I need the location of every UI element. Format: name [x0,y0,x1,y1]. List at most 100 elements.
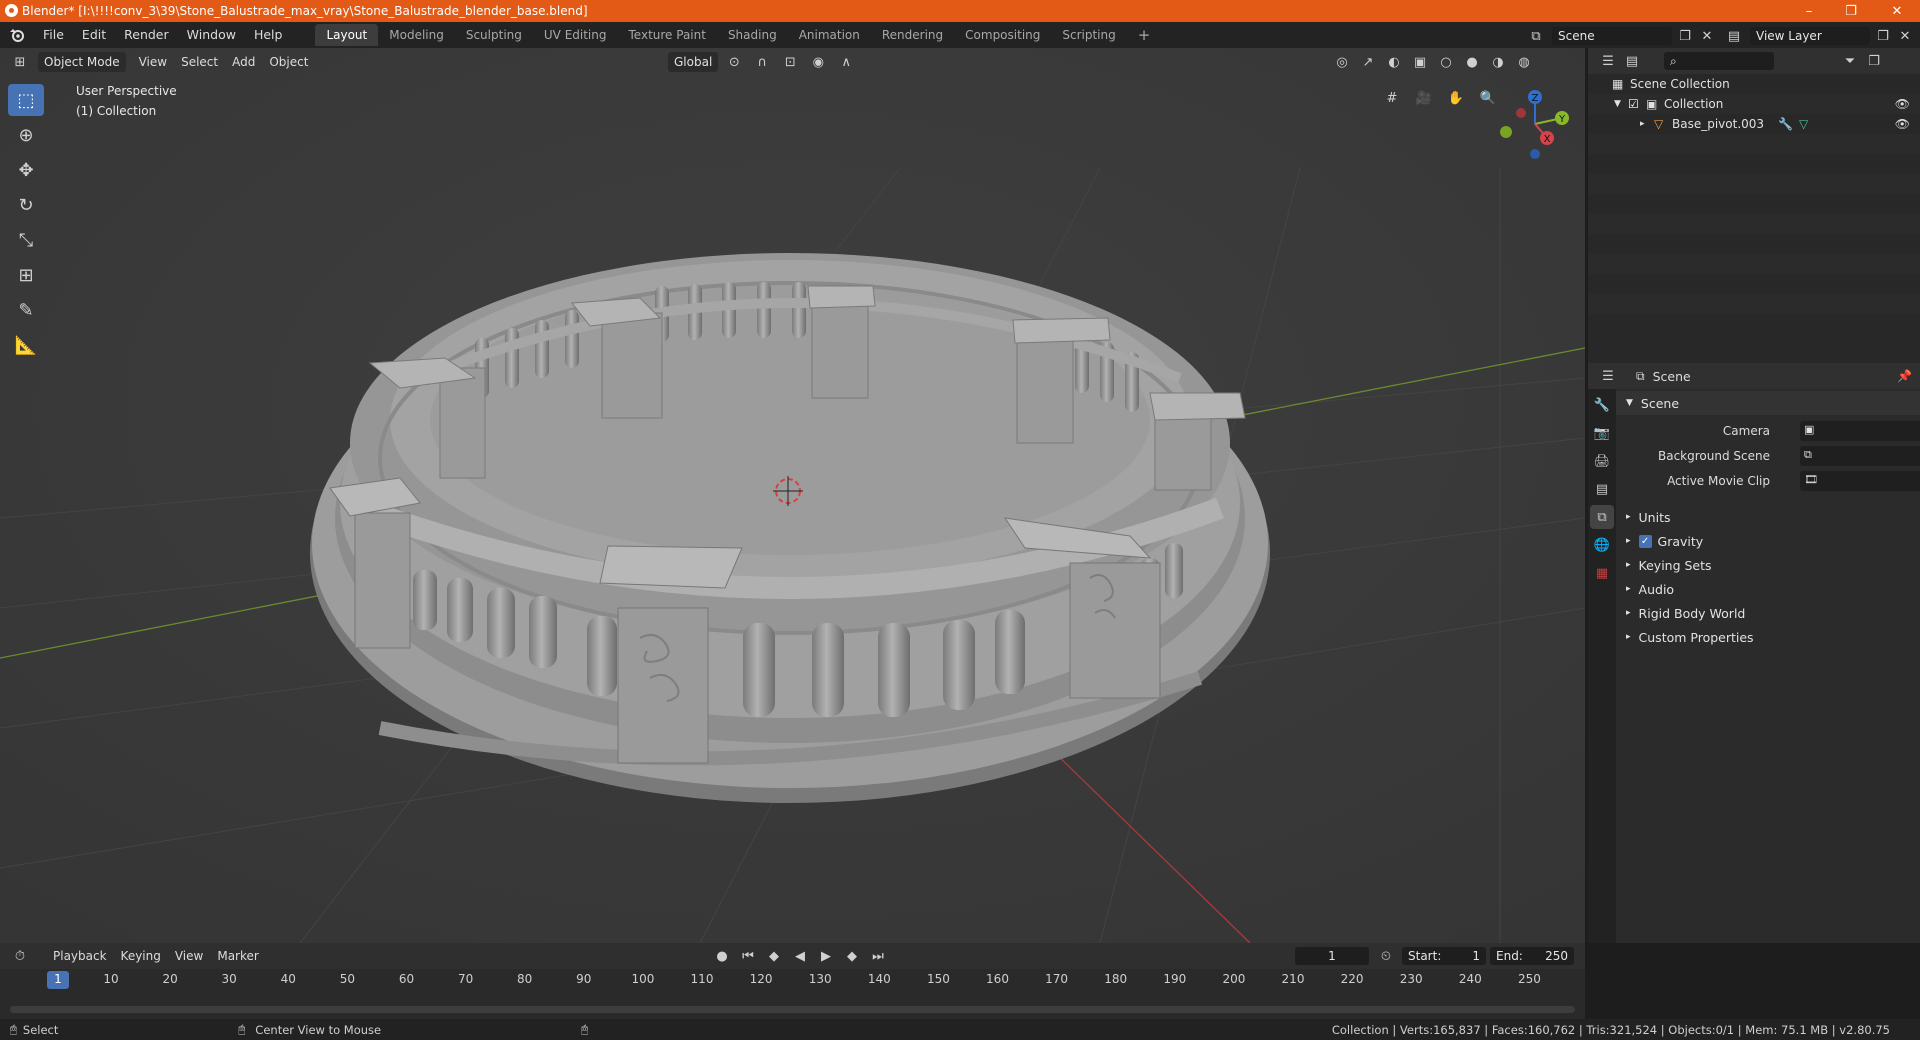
maximize-button[interactable]: ❐ [1828,0,1874,22]
proportional-editing-icon[interactable]: ◉ [806,52,830,72]
view-layer-tab-icon[interactable]: ▤ [1590,477,1614,501]
overlays-icon[interactable]: ◐ [1382,52,1406,72]
view-layer-icon[interactable]: ▤ [1722,26,1746,46]
preview-range-icon[interactable]: ⏲ [1374,946,1398,966]
navigation-gizmo[interactable]: Z Y X [1495,84,1575,164]
scene-panel-header[interactable]: ▼ Scene [1616,391,1920,415]
snap-icon[interactable]: ∩ [750,52,774,72]
timeline-scrollbar[interactable] [10,1006,1575,1013]
active-movie-clip-field[interactable]: 🎞 [1800,471,1920,491]
viewport-menu-select[interactable]: Select [174,52,225,72]
expand-arrow-icon[interactable]: ▸ [1640,119,1654,129]
world-tab-icon[interactable]: 🌐 [1590,533,1614,557]
move-tool-icon[interactable]: ✥ [8,154,44,186]
viewport-menu-view[interactable]: View [132,52,174,72]
rigid-body-world-panel-header[interactable]: ▸ Rigid Body World [1616,601,1920,625]
menu-render[interactable]: Render [115,22,178,48]
collection-checkbox-icon[interactable]: ☑ [1628,97,1646,111]
filter-icon[interactable]: ⏷ [1838,51,1862,71]
jump-start-icon[interactable]: ⏮ [736,946,760,966]
delete-view-layer-icon[interactable]: ✕ [1896,26,1914,46]
visibility-icon[interactable]: ◎ [1330,52,1354,72]
viewport-menu-object[interactable]: Object [262,52,315,72]
tab-rendering[interactable]: Rendering [871,24,954,46]
view-layer-field[interactable]: View Layer [1750,27,1870,45]
start-frame-field[interactable]: Start: 1 [1402,947,1486,965]
transform-orientation-dropdown[interactable]: Global [668,52,719,72]
output-tab-icon[interactable]: 🖨 [1590,449,1614,473]
mesh-data-icon[interactable]: ▽ [1799,117,1808,131]
measure-tool-icon[interactable]: 📐 [8,329,44,361]
minimize-button[interactable]: – [1786,0,1832,22]
outliner-search-input[interactable]: ⌕ [1664,52,1774,70]
blender-menu-icon[interactable] [0,28,34,42]
audio-panel-header[interactable]: ▸ Audio [1616,577,1920,601]
annotate-tool-icon[interactable]: ✎ [8,294,44,326]
gravity-checkbox[interactable]: ✓ [1638,534,1652,548]
custom-properties-panel-header[interactable]: ▸ Custom Properties [1616,625,1920,649]
scene-selector-icon[interactable]: ⧉ [1524,26,1548,46]
close-button[interactable]: ✕ [1874,0,1920,22]
collection-visibility-eye-icon[interactable]: 👁 [1895,97,1910,111]
keying-sets-panel-header[interactable]: ▸ Keying Sets [1616,553,1920,577]
prev-keyframe-icon[interactable]: ◆ [762,946,786,966]
camera-field[interactable]: ▣ ✒ [1800,421,1920,441]
tab-texture-paint[interactable]: Texture Paint [618,24,717,46]
xray-icon[interactable]: ▣ [1408,52,1432,72]
camera-view-icon[interactable]: 🎥 [1412,88,1436,108]
outliner-row-object[interactable]: ▸ ▽ Base_pivot.003 🔧 ▽ 👁 [1588,114,1920,134]
solid-shading-icon[interactable]: ● [1460,52,1484,72]
scene-name-field[interactable]: Scene [1552,27,1672,45]
next-keyframe-icon[interactable]: ◆ [840,946,864,966]
background-scene-field[interactable]: ⧉ [1800,446,1920,466]
display-mode-icon[interactable]: ▤ [1620,51,1644,71]
timeline-ruler[interactable]: 1 10 20 30 40 50 60 70 80 90 100 110 120 130 140 150 160… [0,969,1585,991]
tab-compositing[interactable]: Compositing [954,24,1051,46]
editor-type-icon[interactable]: ⊞ [8,52,32,72]
wireframe-shading-icon[interactable]: ○ [1434,52,1458,72]
tab-uv-editing[interactable]: UV Editing [533,24,618,46]
outliner-row-scene-collection[interactable]: ▦ Scene Collection [1588,74,1920,94]
modifier-wrench-icon[interactable]: 🔧 [1778,117,1793,131]
tab-animation[interactable]: Animation [788,24,871,46]
cursor-tool-icon[interactable]: ⊕ [8,119,44,151]
collapse-arrow-icon[interactable]: ▼ [1614,99,1628,109]
menu-window[interactable]: Window [178,22,245,48]
snap-target-icon[interactable]: ⊡ [778,52,802,72]
material-shading-icon[interactable]: ◑ [1486,52,1510,72]
add-workspace-button[interactable]: + [1127,24,1162,46]
tab-layout[interactable]: Layout [315,24,379,46]
select-box-tool-icon[interactable]: ⬚ [8,84,44,116]
menu-help[interactable]: Help [245,22,292,48]
timeline-editor-type-icon[interactable]: ⏱ [8,946,32,966]
current-frame-field[interactable]: 1 [1295,947,1369,965]
falloff-icon[interactable]: ∧ [834,52,858,72]
new-collection-icon[interactable]: ❐ [1862,51,1886,71]
gravity-panel-header[interactable]: ▸ ✓ Gravity [1616,529,1920,553]
transform-tool-icon[interactable]: ⊞ [8,259,44,291]
pan-hand-icon[interactable]: ✋ [1444,88,1468,108]
scene-tab-icon[interactable]: ⧉ [1590,505,1614,529]
outliner-row-collection[interactable]: ▼ ☑ ▣ Collection 👁 [1588,94,1920,114]
tab-modeling[interactable]: Modeling [378,24,455,46]
jump-end-icon[interactable]: ⏭ [866,946,890,966]
tool-tab-icon[interactable]: 🔧 [1590,393,1614,417]
timeline-menu-view[interactable]: View [168,946,210,966]
timeline-menu-playback[interactable]: Playback [46,946,114,966]
rotate-tool-icon[interactable]: ↻ [8,189,44,221]
3d-viewport[interactable] [0,48,1585,943]
new-scene-icon[interactable]: ❐ [1676,26,1694,46]
record-icon[interactable]: ● [710,946,734,966]
menu-edit[interactable]: Edit [73,22,115,48]
outliner-editor-type-icon[interactable]: ☰ [1596,51,1620,71]
scale-tool-icon[interactable]: ⤡ [8,224,44,256]
object-visibility-eye-icon[interactable]: 👁 [1895,117,1910,131]
new-view-layer-icon[interactable]: ❐ [1874,26,1892,46]
rendered-shading-icon[interactable]: ◍ [1512,52,1536,72]
viewport-menu-add[interactable]: Add [225,52,262,72]
render-tab-icon[interactable]: 📷 [1590,421,1614,445]
object-mode-dropdown[interactable]: Object Mode [38,52,126,72]
texture-tab-icon[interactable]: ▦ [1590,561,1614,585]
tab-sculpting[interactable]: Sculpting [455,24,533,46]
toggle-grid-icon[interactable]: # [1380,88,1404,108]
